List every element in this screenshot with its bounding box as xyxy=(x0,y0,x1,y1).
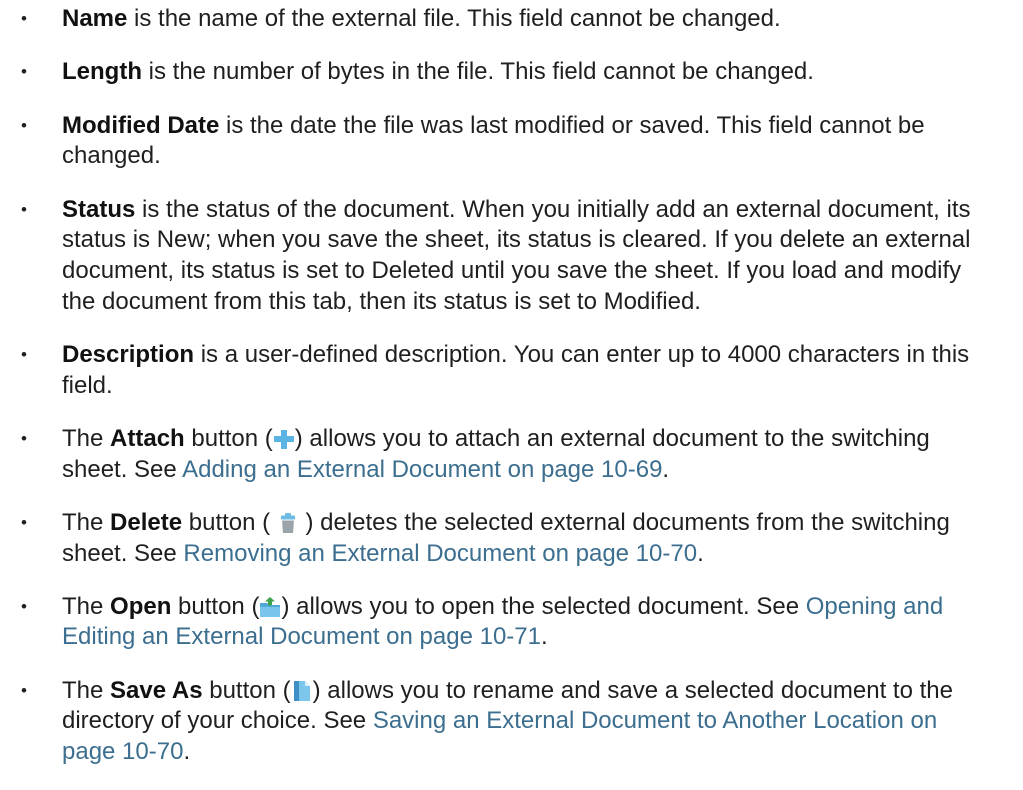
description-text: is the date the file was last modified o… xyxy=(219,111,925,139)
list-item-save-as: • The Save As button ( ) allows you to re… xyxy=(0,676,1023,768)
item-line: Editing an External Document on page 10-… xyxy=(62,622,1023,653)
description-text: status is New; when you save the sheet, … xyxy=(62,226,971,254)
term-modified-date: Modified Date xyxy=(62,111,220,139)
term-save-as: Save As xyxy=(110,676,203,704)
trailing-period: . xyxy=(697,539,704,567)
item-line: The Attach button ( ) allows you to attac… xyxy=(62,424,1023,455)
list-item-description: • Description is a user-defined descript… xyxy=(0,340,1023,401)
description-text: sheet. See xyxy=(62,539,184,567)
trash-icon xyxy=(277,512,299,534)
description-text: button ( xyxy=(202,676,291,704)
description-text: the document from this tab, then its sta… xyxy=(62,287,701,315)
list-item-modified-date: • Modified Date is the date the file was… xyxy=(0,111,1023,172)
term-open: Open xyxy=(110,592,172,620)
lead-text: The xyxy=(62,592,111,620)
trailing-period: . xyxy=(662,455,670,483)
item-line: Name is the name of the external file. T… xyxy=(62,4,1023,35)
list-item-name: • Name is the name of the external file.… xyxy=(0,4,1023,35)
lead-text: The xyxy=(62,424,111,452)
item-line: page 10-70. xyxy=(62,737,1023,768)
item-line: field. xyxy=(62,371,1023,402)
description-text: is the status of the document. When you … xyxy=(135,195,971,223)
description-text: is the name of the external file. This f… xyxy=(127,5,781,32)
term-length: Length xyxy=(62,58,142,86)
item-line: The Delete button ( ) deletes the select… xyxy=(62,508,1023,539)
description-text: sheet. See xyxy=(62,455,183,483)
description-text: ) allows you to open the selected docume… xyxy=(281,592,806,620)
lead-text: The xyxy=(62,508,111,536)
link-adding-external-document[interactable]: Adding an External Document on page 10-6… xyxy=(182,456,662,483)
attach-icon xyxy=(273,428,295,450)
link-opening-editing-part-2[interactable]: Editing an External Document on page 10-… xyxy=(62,623,541,650)
item-line: the document from this tab, then its sta… xyxy=(62,287,1023,318)
description-text: changed. xyxy=(62,142,161,170)
item-line: status is New; when you save the sheet, … xyxy=(62,225,1023,256)
term-description: Description xyxy=(62,340,195,368)
term-attach: Attach xyxy=(110,424,185,452)
item-line: Status is the status of the document. Wh… xyxy=(62,195,1023,226)
list-item-delete: • The Delete button ( ) deletes the sele… xyxy=(0,508,1023,569)
item-line: changed. xyxy=(62,141,1023,172)
term-delete: Delete xyxy=(110,508,183,536)
bullet: • xyxy=(21,62,27,82)
trailing-period: . xyxy=(540,623,548,651)
item-line: Modified Date is the date the file was l… xyxy=(62,111,1023,142)
bullet: • xyxy=(21,344,27,364)
description-text: button ( xyxy=(184,424,273,452)
term-name: Name xyxy=(62,5,128,32)
description-text: ) allows you to rename and save a select… xyxy=(312,676,953,704)
description-text: field. xyxy=(62,371,113,399)
item-line: Description is a user-defined descriptio… xyxy=(62,340,1023,371)
open-folder-icon xyxy=(259,596,281,618)
bullet: • xyxy=(21,428,27,448)
description-text: ) allows you to attach an external docum… xyxy=(294,424,930,452)
list-item-open: • The Open button ( ) allows you to open … xyxy=(0,592,1023,653)
description-text: document, its status is set to Deleted u… xyxy=(62,256,962,284)
save-as-icon xyxy=(291,680,313,702)
bullet: • xyxy=(21,115,27,135)
item-line: sheet. See Adding an External Document o… xyxy=(62,455,1023,486)
description-text: button ( xyxy=(182,508,277,536)
bullet: • xyxy=(21,9,27,28)
description-text: is a user-defined description. You can e… xyxy=(194,340,970,368)
item-line: The Save As button ( ) allows you to rena… xyxy=(62,676,1023,707)
link-removing-external-document[interactable]: Removing an External Document on page 10… xyxy=(183,540,697,567)
bullet: • xyxy=(21,680,27,700)
item-line: directory of your choice. See Saving an … xyxy=(62,706,1023,737)
link-opening-editing-part-1[interactable]: Opening and xyxy=(806,593,943,620)
list-item-attach: • The Attach button ( ) allows you to att… xyxy=(0,424,1023,485)
description-text: ) deletes the selected external document… xyxy=(298,508,950,536)
link-saving-external-document-part-2[interactable]: page 10-70 xyxy=(62,738,183,765)
field-description-list: • Name is the name of the external file.… xyxy=(0,4,1023,790)
description-text: directory of your choice. See xyxy=(62,707,373,735)
bullet: • xyxy=(21,199,27,219)
item-line: Length is the number of bytes in the fil… xyxy=(62,57,1023,88)
bullet: • xyxy=(21,596,27,616)
item-line: The Open button ( ) allows you to open th… xyxy=(62,592,1023,623)
link-saving-external-document-part-1[interactable]: Saving an External Document to Another L… xyxy=(373,707,937,734)
list-item-length: • Length is the number of bytes in the f… xyxy=(0,57,1023,88)
description-text: is the number of bytes in the file. This… xyxy=(141,58,814,86)
trailing-period: . xyxy=(183,738,191,766)
item-line: sheet. See Removing an External Document… xyxy=(62,539,1023,570)
list-item-status: • Status is the status of the document. … xyxy=(0,195,1023,317)
lead-text: The xyxy=(62,676,111,704)
bullet: • xyxy=(21,512,27,532)
term-status: Status xyxy=(62,195,136,223)
item-line: document, its status is set to Deleted u… xyxy=(62,256,1023,287)
description-text: button ( xyxy=(171,592,260,620)
